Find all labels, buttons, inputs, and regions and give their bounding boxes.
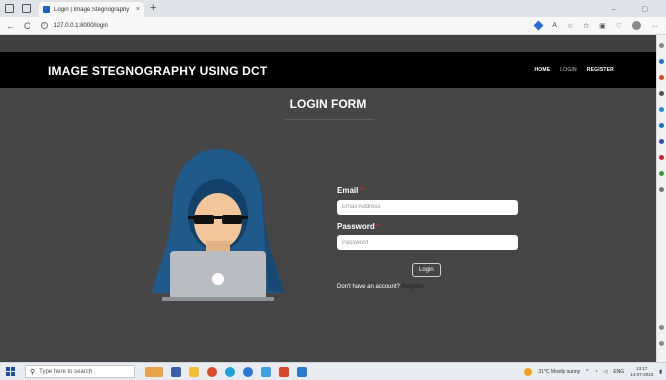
- reload-icon[interactable]: C: [24, 21, 31, 31]
- new-tab-button[interactable]: +: [150, 3, 156, 14]
- vscode-icon[interactable]: [297, 366, 307, 377]
- title-underline: [284, 119, 374, 120]
- url-text: 127.0.0.1:8000/login: [53, 22, 108, 29]
- office-icon[interactable]: [659, 139, 664, 144]
- search-icon: ⚲: [30, 368, 36, 376]
- password-input[interactable]: [337, 235, 518, 250]
- password-label-text: Password: [337, 221, 375, 231]
- favorites-icon[interactable]: ✩: [583, 22, 589, 30]
- task-view-icon[interactable]: [171, 366, 181, 377]
- web-page: IMAGE STEGNOGRAPHY USING DCT HOME LOGIN …: [0, 35, 656, 362]
- weather-text[interactable]: 31°C Mostly sunny: [538, 369, 580, 375]
- browser-tab-strip: Login | Image Stegnography × + – ▢: [0, 0, 666, 17]
- nav-login-link[interactable]: LOGIN: [560, 67, 577, 73]
- sidebar-layout-icon[interactable]: [659, 325, 664, 330]
- tools-icon[interactable]: [659, 91, 664, 96]
- email-label-text: Email: [337, 186, 359, 195]
- windows-taskbar: ⚲ Type here to search 31°C Mostly sunny …: [0, 362, 666, 380]
- discover-icon[interactable]: [659, 59, 664, 64]
- nav-home-link[interactable]: HOME: [534, 67, 550, 73]
- widget-icon[interactable]: [145, 366, 163, 377]
- submit-wrap: Login: [412, 258, 522, 277]
- read-aloud-icon[interactable]: A: [552, 22, 557, 29]
- glasses-bridge: [188, 216, 248, 219]
- top-band: [0, 35, 656, 52]
- browser-tab-login[interactable]: Login | Image Stegnography ×: [39, 2, 144, 17]
- favorite-star-icon[interactable]: ☆: [567, 22, 573, 30]
- app-icon[interactable]: [243, 366, 253, 377]
- tab-close-icon[interactable]: ×: [136, 6, 140, 13]
- address-bar[interactable]: i 127.0.0.1:8000/login: [40, 22, 108, 29]
- add-sidebar-icon[interactable]: [659, 187, 664, 192]
- clock-date: 14-07-2023: [630, 371, 654, 377]
- nav-register-link[interactable]: REGISTER: [587, 67, 614, 73]
- drop-icon[interactable]: [659, 155, 664, 160]
- login-form: Email* Password* Login Don't have an acc…: [337, 186, 522, 290]
- workspaces-icon[interactable]: [5, 4, 14, 13]
- store-icon[interactable]: [261, 366, 271, 377]
- taskbar-apps: [145, 366, 307, 377]
- register-link[interactable]: Register: [402, 284, 424, 290]
- site-info-icon[interactable]: i: [40, 22, 48, 29]
- hacker-illustration: [152, 149, 284, 301]
- tray-chevron-icon[interactable]: ^: [586, 369, 588, 375]
- sidebar-settings-icon[interactable]: [659, 341, 664, 346]
- profile-avatar[interactable]: [632, 21, 641, 30]
- notification-icon[interactable]: ▮: [659, 369, 662, 375]
- windows-start-icon[interactable]: [6, 367, 15, 376]
- email-label: Email *: [337, 186, 522, 195]
- site-nav: HOME LOGIN REGISTER: [534, 67, 614, 73]
- chrome-icon[interactable]: [207, 366, 217, 377]
- password-label: Password *: [337, 222, 522, 231]
- site-header: IMAGE STEGNOGRAPHY USING DCT HOME LOGIN …: [0, 52, 656, 88]
- browser-toolbar: A ☆ ✩ ▣ ♡ …: [533, 20, 658, 31]
- more-menu-icon[interactable]: …: [651, 22, 658, 29]
- weather-sun-icon[interactable]: [524, 367, 533, 376]
- file-explorer-icon[interactable]: [189, 366, 199, 377]
- games-icon[interactable]: [659, 107, 664, 112]
- media-icon[interactable]: [279, 366, 289, 377]
- system-tray: 31°C Mostly sunny ^ ◔ ◁ ENG 13:17 14-07-…: [524, 366, 662, 378]
- collections-icon[interactable]: ▣: [599, 22, 606, 30]
- search-sidebar-icon[interactable]: [659, 43, 664, 48]
- form-title: LOGIN FORM: [289, 97, 367, 111]
- sidebar-app-icon[interactable]: [659, 171, 664, 176]
- edge-icon[interactable]: [225, 366, 235, 377]
- site-brand[interactable]: IMAGE STEGNOGRAPHY USING DCT: [48, 64, 267, 78]
- address-bar-row: ← C i 127.0.0.1:8000/login A ☆ ✩ ▣ ♡ …: [0, 17, 666, 35]
- required-mark: *: [360, 186, 364, 195]
- taskbar-search-text: Type here to search: [39, 368, 93, 375]
- outlook-icon[interactable]: [659, 123, 664, 128]
- extension-icon[interactable]: [533, 20, 544, 31]
- back-arrow-icon[interactable]: ←: [6, 21, 15, 31]
- login-section: LOGIN FORM Email* Password*: [0, 88, 656, 362]
- no-account-text: Don't have an account?: [337, 284, 400, 290]
- language-indicator[interactable]: ENG: [613, 369, 624, 375]
- shopping-icon[interactable]: [659, 75, 664, 80]
- laptop-base: [162, 297, 274, 301]
- register-prompt: Don't have an account? Register: [337, 284, 522, 290]
- network-icon[interactable]: ◔: [594, 369, 597, 375]
- laptop-logo: [212, 273, 224, 285]
- edge-sidebar: [656, 35, 666, 362]
- tab-title: Login | Image Stegnography: [54, 6, 130, 13]
- volume-icon[interactable]: ◁: [604, 369, 608, 375]
- site-favicon-icon: [43, 6, 50, 13]
- required-mark: *: [376, 221, 380, 231]
- tab-actions-icon[interactable]: [22, 4, 31, 13]
- login-button[interactable]: Login: [412, 263, 441, 277]
- email-input[interactable]: [337, 199, 518, 215]
- window-controls[interactable]: – ▢: [612, 5, 660, 13]
- browser-essentials-icon[interactable]: ♡: [616, 22, 622, 30]
- taskbar-search[interactable]: ⚲ Type here to search: [25, 365, 135, 378]
- clock[interactable]: 13:17 14-07-2023: [630, 366, 653, 378]
